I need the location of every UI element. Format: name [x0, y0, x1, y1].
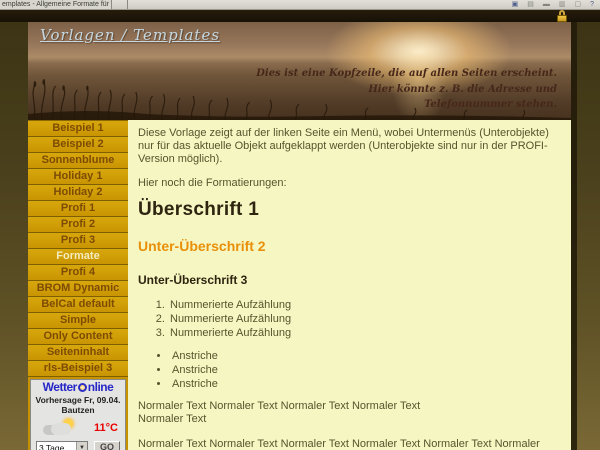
weather-widget: Wetter nline Vorhersage Fr, 09.04. Bautze…	[30, 379, 126, 450]
toolbar-icon-layout[interactable]: ▥	[559, 0, 566, 9]
site-template: Vorlagen / Templates Dies ist eine Kopfz…	[28, 22, 577, 450]
sidebar-item-seiteninhalt[interactable]: Seiteninhalt	[28, 345, 128, 361]
bullet-list: Anstriche Anstriche Anstriche	[170, 349, 559, 391]
sidebar-item-holiday-1[interactable]: Holiday 1	[28, 169, 128, 185]
temperature-value: 11°C	[94, 422, 118, 434]
heading-2: Unter-Überschrift 2	[138, 238, 559, 254]
normal-text-line-2: Normaler Text	[138, 413, 206, 425]
forecast-city: Bautzen	[31, 405, 125, 415]
top-dark-bar	[0, 10, 600, 22]
numbered-list-item: Nummerierte Aufzählung	[168, 312, 559, 326]
numbered-list-item: Nummerierte Aufzählung	[168, 326, 559, 340]
toolbar-icon-page[interactable]: ▢	[574, 0, 581, 9]
intro-paragraph: Diese Vorlage zeigt auf der linken Seite…	[138, 127, 559, 166]
forecast-range-select[interactable]: 3 Tage ▼	[36, 441, 88, 450]
sidebar-item-formate[interactable]: Formate	[28, 249, 128, 265]
toolbar-icon-group: ▣ ▤ ▬ ▥ ▢ ?	[512, 0, 600, 9]
bullet-list-item: Anstriche	[170, 349, 559, 363]
normal-text-line-1: Normaler Text Normaler Text Normaler Tex…	[138, 400, 420, 412]
toolbar-icon-help[interactable]: ?	[590, 0, 594, 9]
sun-o-icon	[78, 383, 87, 392]
go-button[interactable]: GO	[94, 441, 120, 450]
sidebar-item-only-content[interactable]: Only Content	[28, 329, 128, 345]
weather-condition-row: 11°C	[31, 417, 125, 439]
toolbar-icon-window[interactable]: ▤	[527, 0, 534, 9]
bullet-list-item: Anstriche	[170, 363, 559, 377]
browser-tab-stub[interactable]	[112, 0, 128, 9]
sidebar-item-holiday-2[interactable]: Holiday 2	[28, 185, 128, 201]
lock-icon[interactable]	[556, 10, 568, 22]
bullet-list-item: Anstriche	[170, 377, 559, 391]
sidebar-item-simple[interactable]: Simple	[28, 313, 128, 329]
sidebar-item-profi-3[interactable]: Profi 3	[28, 233, 128, 249]
chevron-down-icon[interactable]: ▼	[76, 442, 87, 450]
sidebar-item-beispiel-1[interactable]: Beispiel 1	[28, 121, 128, 137]
logo-text-nline: nline	[88, 380, 114, 394]
browser-tab-title: emplates - Allgemeine Formate für Texte …	[2, 1, 112, 8]
formats-intro: Hier noch die Formatierungen:	[138, 177, 559, 189]
normal-text-paragraph: Normaler Text Normaler Text Normaler Tex…	[138, 400, 559, 426]
weather-controls: 3 Tage ▼ GO	[31, 439, 125, 450]
wetteronline-logo[interactable]: Wetter nline	[31, 380, 125, 395]
numbered-list: Nummerierte Aufzählung Nummerierte Aufzä…	[168, 298, 559, 340]
toolbar-icon-minimize[interactable]: ▬	[543, 0, 550, 9]
logo-text-wetter: Wetter	[43, 380, 77, 394]
long-text-paragraph: Normaler Text Normaler Text Normaler Tex…	[138, 438, 559, 450]
sidebar-menu: Beispiel 1 Beispiel 2 Sonnenblume Holida…	[28, 120, 128, 450]
sidebar-item-profi-4[interactable]: Profi 4	[28, 265, 128, 281]
sidebar-item-beispiel-2[interactable]: Beispiel 2	[28, 137, 128, 153]
sidebar-item-brom-dynamic[interactable]: BROM Dynamic	[28, 281, 128, 297]
main-content: Diese Vorlage zeigt auf der linken Seite…	[128, 120, 571, 450]
sidebar-item-profi-2[interactable]: Profi 2	[28, 217, 128, 233]
toolbar-icon-blue[interactable]: ▣	[512, 0, 519, 9]
sidebar-item-rls-beispiel-3[interactable]: rls-Beispiel 3	[28, 361, 128, 377]
page-title: Vorlagen / Templates	[40, 26, 220, 44]
heading-1: Überschrift 1	[138, 199, 559, 221]
sidebar-item-sonnenblume[interactable]: Sonnenblume	[28, 153, 128, 169]
browser-tab[interactable]: emplates - Allgemeine Formate für Texte …	[0, 0, 112, 9]
forecast-range-value: 3 Tage	[37, 442, 76, 450]
heading-3: Unter-Überschrift 3	[138, 273, 559, 287]
beach-grass-silhouette	[28, 78, 571, 120]
sidebar-item-belcal-default[interactable]: BelCal default	[28, 297, 128, 313]
sidebar-item-profi-1[interactable]: Profi 1	[28, 201, 128, 217]
forecast-label: Vorhersage Fr, 09.04.	[31, 395, 125, 405]
template-body: Beispiel 1 Beispiel 2 Sonnenblume Holida…	[28, 120, 571, 450]
header-image: Vorlagen / Templates Dies ist eine Kopfz…	[28, 22, 571, 120]
numbered-list-item: Nummerierte Aufzählung	[168, 298, 559, 312]
partly-cloudy-icon	[43, 419, 77, 436]
browser-toolbar: emplates - Allgemeine Formate für Texte …	[0, 0, 600, 10]
